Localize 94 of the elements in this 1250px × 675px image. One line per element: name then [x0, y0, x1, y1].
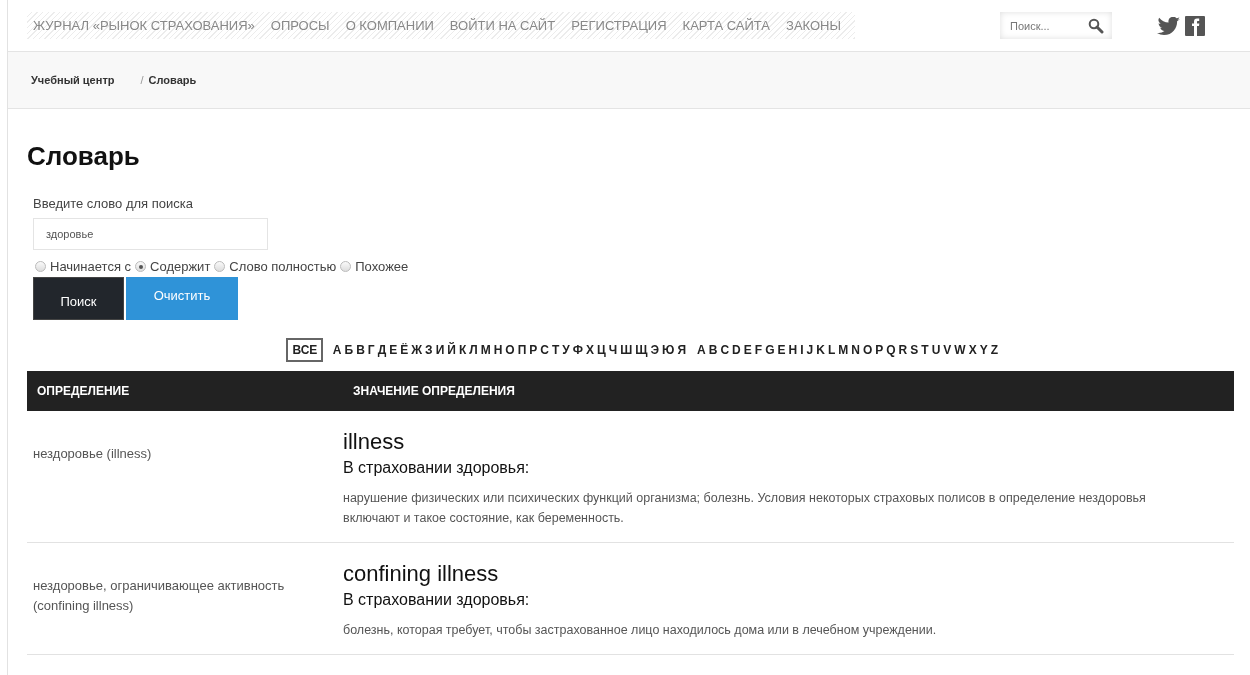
letter-link[interactable]: A — [695, 343, 708, 357]
letter-link[interactable]: O — [861, 343, 874, 357]
field-label: Введите слово для поиска — [33, 196, 193, 211]
radio-label: Слово полностью — [229, 259, 337, 274]
letter-link[interactable]: Y — [978, 343, 990, 357]
page-title: Словарь — [27, 141, 141, 172]
breadcrumb-link[interactable]: Учебный центр — [31, 74, 115, 86]
radio-button[interactable] — [35, 261, 46, 272]
letter-link[interactable]: З — [423, 343, 435, 357]
letter-link[interactable]: Е — [387, 343, 399, 357]
letter-link[interactable]: Г — [366, 343, 377, 357]
headword: illness — [343, 429, 406, 455]
column-header: ЗНАЧЕНИЕ ОПРЕДЕЛЕНИЯ — [352, 384, 516, 398]
letter-link[interactable]: Q — [884, 343, 898, 357]
headword: confining illness — [343, 561, 500, 587]
f-square-icon[interactable] — [1185, 15, 1205, 36]
letter-link[interactable]: Ю — [660, 343, 676, 357]
search-button[interactable]: Поиск — [33, 277, 124, 320]
letter-link[interactable]: И — [434, 343, 446, 357]
letter-link[interactable]: Ж — [409, 343, 424, 357]
radio-label: Начинается с — [50, 259, 132, 274]
definition-text: болезнь, которая требует, чтобы застрахованное лицо находилось дома или в лечебном учреждении. — [343, 622, 938, 639]
letter-link[interactable]: R — [897, 343, 909, 357]
letter-link[interactable]: ВСЕ — [286, 338, 324, 362]
letter-link[interactable]: Р — [527, 343, 539, 357]
letter-link[interactable]: Т — [550, 343, 561, 357]
nav-link[interactable]: КАРТА САЙТА — [674, 18, 779, 33]
letter-link[interactable]: B — [707, 343, 719, 357]
letter-link[interactable]: E — [742, 343, 754, 357]
letter-link[interactable]: Э — [649, 343, 661, 357]
letter-link[interactable]: В — [354, 343, 367, 357]
letter-link[interactable]: Z — [989, 343, 1000, 357]
breadcrumb-separator: / — [140, 74, 144, 86]
column-header: ОПРЕДЕЛЕНИЕ — [36, 384, 131, 398]
letter-link[interactable]: M — [836, 343, 850, 357]
radio-label: Содержит — [150, 259, 211, 274]
letter-link[interactable]: Ц — [595, 343, 608, 357]
letter-link[interactable]: А — [331, 343, 344, 357]
breadcrumb-current: Словарь — [148, 74, 197, 86]
letter-link[interactable]: Й — [445, 343, 458, 357]
letter-link[interactable]: Н — [492, 343, 504, 357]
letter-link[interactable]: F — [753, 343, 764, 357]
radio-button[interactable] — [340, 261, 352, 272]
letter-link[interactable]: G — [763, 343, 776, 357]
letter-link[interactable]: У — [560, 343, 572, 357]
letter-link[interactable]: К — [457, 343, 468, 357]
letter-link[interactable]: L — [826, 343, 837, 357]
letter-link[interactable]: Х — [584, 343, 596, 357]
letter-link[interactable]: Ё — [398, 343, 410, 357]
letter-link[interactable]: С — [538, 343, 551, 357]
search-field[interactable]: Поиск... — [1000, 12, 1112, 39]
letter-link[interactable]: P — [873, 343, 885, 357]
letter-link[interactable]: М — [479, 343, 493, 357]
definition-text: нарушение физических или психических функций организма; болезнь. Условия некоторых страховых полисов в определение нездоровья включают и такое состояние, как беременность. — [343, 490, 1147, 527]
term-cell-text: нездоровье (illness) — [32, 445, 153, 463]
radio-button[interactable] — [214, 261, 226, 272]
letter-link[interactable]: V — [941, 343, 953, 357]
letter-link[interactable]: Ш — [618, 343, 634, 357]
field-heading: В страховании здоровья: — [343, 591, 531, 609]
letter-link[interactable]: Д — [376, 343, 388, 357]
letter-link[interactable]: О — [503, 343, 517, 357]
radio-button[interactable] — [135, 261, 147, 272]
nav-link[interactable]: ЗАКОНЫ — [778, 18, 849, 33]
letter-link[interactable]: W — [952, 343, 968, 357]
letter-link[interactable]: S — [908, 343, 920, 357]
letter-link[interactable]: I — [798, 343, 805, 357]
letter-link[interactable]: E — [776, 343, 787, 357]
letter-link[interactable]: U — [930, 343, 942, 357]
letter-link[interactable]: K — [814, 343, 827, 357]
nav-link[interactable]: ВОЙТИ НА САЙТ — [441, 18, 564, 33]
letter-link[interactable]: Щ — [633, 343, 650, 357]
nav-link[interactable]: РЕГИСТРАЦИЯ — [563, 18, 675, 33]
letter-link[interactable]: J — [805, 343, 815, 357]
nav-link[interactable]: ЖУРНАЛ «РЫНОК СТРАХОВАНИЯ» — [33, 18, 263, 33]
term-cell-text: нездоровье, ограничивающее активность (confining illness) — [32, 577, 286, 615]
letter-link[interactable]: N — [849, 343, 862, 357]
letter-link[interactable]: Б — [343, 343, 355, 357]
letter-link[interactable]: Ч — [607, 343, 619, 357]
nav-link[interactable]: ОПРОСЫ — [262, 18, 338, 33]
letter-link[interactable]: Ф — [571, 343, 585, 357]
field-heading: В страховании здоровья: — [343, 459, 531, 477]
search-icon[interactable] — [1088, 18, 1104, 34]
search-input[interactable]: здоровье — [33, 218, 268, 250]
letter-link[interactable]: C — [718, 343, 731, 357]
bird-icon[interactable] — [1157, 16, 1181, 35]
letter-link[interactable]: Я — [675, 343, 688, 357]
letter-link[interactable]: T — [919, 343, 931, 357]
letter-link[interactable]: П — [516, 343, 528, 357]
letter-link[interactable]: D — [730, 343, 743, 357]
letter-link[interactable]: Л — [467, 343, 480, 357]
radio-label: Похожее — [355, 259, 409, 274]
letter-link[interactable]: H — [787, 343, 799, 357]
nav-link[interactable]: О КОМПАНИИ — [337, 18, 442, 33]
letter-link[interactable]: X — [967, 343, 979, 357]
